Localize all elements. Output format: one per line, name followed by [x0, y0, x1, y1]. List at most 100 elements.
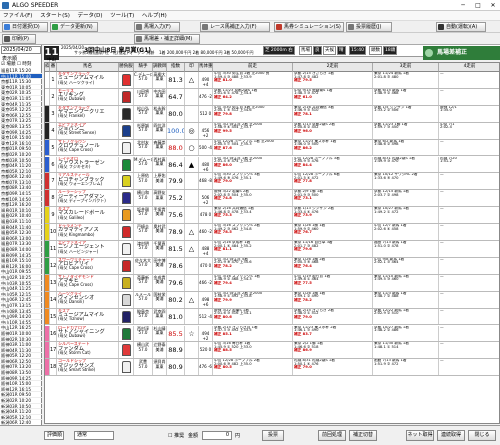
vote-button[interactable]: 投票	[262, 430, 284, 441]
race-3-cell[interactable]: 京都 1/5 シンザン 1着 1:33.2 ② 506	[373, 105, 439, 122]
race-2-cell[interactable]: 東京 11/23 東スポ杯 2着 1:46.1 ⑤ 490 補正 83.7	[293, 325, 373, 342]
correction-toggle-button[interactable]: 補正切替	[349, 430, 377, 441]
prediction-mark[interactable]	[185, 88, 199, 105]
race-2-cell[interactable]: 京都 2/15 きさらぎ 1着 1:47.8 ② 482 補正 79.5	[293, 72, 373, 88]
minimize-button[interactable]: ─	[456, 1, 470, 10]
last-race-cell[interactable]: 東京 2/16 共同通信 1着 1:46.8 ② 478 上33.4 補正 75.3	[213, 207, 293, 224]
menu-start[interactable]: スタート(S)	[37, 11, 73, 21]
table-row[interactable]: 4 エピファネイア ジョバンニ (母父 Street Sense) 杉原誠 57.0 四位洋…	[45, 122, 499, 140]
col-mark[interactable]: 印	[185, 63, 199, 72]
prediction-mark[interactable]: △	[185, 72, 199, 88]
race-4-cell[interactable]: —	[439, 326, 499, 342]
last-race-cell[interactable]: 中山 3/30 スプリングS 3着 1:49.6 ⑧ 476 上35.1 補正 79…	[213, 173, 293, 190]
race-4-cell[interactable]: —	[439, 190, 499, 206]
col-horse-name[interactable]: 馬名	[57, 63, 119, 72]
race-3-cell[interactable]: 京都 12/22 新馬 1着 2:02.9 ② 510	[373, 308, 439, 325]
race-4-cell[interactable]: —	[439, 292, 499, 308]
last-race-cell[interactable]: 中山 3/16 スプリングS 2着 1:49.2 ③ 462 上34.8 補正 78…	[213, 224, 293, 240]
race-3-cell[interactable]: 中山 12/7 新馬 1着 2:02.6 ④ 458	[373, 224, 439, 240]
print-button[interactable]: 印刷(P)	[2, 34, 36, 44]
race-3-cell[interactable]: 東京 11/3 新馬 1着 1:48.7 ② 488	[373, 291, 439, 308]
last-race-cell[interactable]: 中山 3/2 弥生賞 5着 2:01.9 ⑧ 470 上35.6 補正 78.2	[213, 257, 293, 274]
last-race-cell[interactable]: 中山 3/16 スプリングS 1着 1:48.9 ② 468 上34.3 補正 79…	[213, 274, 293, 291]
race-2-cell[interactable]: 東京 2/16 共同通信 3着 1:46.9 ⑤ 510 補正 78.1	[293, 105, 373, 122]
last-race-cell[interactable]: 京都 2/15 きさらぎ賞 1着 1:47.3 ③ 492 上33.5 補正 85.…	[213, 325, 293, 342]
horse-name-cell[interactable]: ゴールドシップ マジックサンズ (母父 Smart Strike)	[57, 359, 119, 376]
race-2-cell[interactable]: 東京 2/2 1勝 1着 1:46.6 ② 518 補正 86.9	[293, 342, 373, 359]
table-row[interactable]: 7 リアルスティール ピコチャンブラック (母父 ウォーエンブレム) 上原佑 57.0 上原…	[45, 173, 499, 191]
race-3-cell[interactable]: 東京 11/10 新馬 1着 1:49.5 ③ 460	[373, 274, 439, 291]
prediction-mark[interactable]	[185, 342, 199, 359]
recommend-checkbox[interactable]: ☐ 推奨	[168, 432, 184, 439]
horse-name-cell[interactable]: キタサンブラック ミュージアムマイル (母父 ハーツクライ)	[57, 72, 119, 88]
race-2-cell[interactable]: 東京 1/26 1勝 1着 1:59.9 ② 460 補正 76.7	[293, 224, 373, 240]
prediction-mark[interactable]: ☆	[185, 325, 199, 342]
race-2-cell[interactable]: 札幌 8/31 札幌2歳S 1着 1:50.1 ④ 476 補正 79.0	[293, 359, 373, 376]
race-3-cell[interactable]: 京都 10/27 新馬 1着 1:48.2 ② 486	[373, 325, 439, 342]
prediction-mark[interactable]	[185, 173, 199, 190]
race-4-cell[interactable]: —	[439, 72, 499, 88]
last-race-cell[interactable]: 中山 3/30 弥生賞 4着 芝2000 2:00.1 ⑥ 512 上34.6 補正…	[213, 105, 293, 122]
horse-name-cell[interactable]: キタサンブラック ヤマニンブークリエ (母父 Frankel)	[57, 105, 119, 122]
horse-name-cell[interactable]: エピファネイア ニシノエージェント (母父 ハービンジャー)	[57, 241, 119, 257]
race-3-cell[interactable]: 京都 6/15 新馬 1着 1:48.9 ② 468	[373, 88, 439, 105]
col-race-4[interactable]: 4走前	[439, 63, 499, 72]
race-3-cell[interactable]: 札幌 8/31 札幌2歳S 1着 1:49.9 ③ 470	[373, 156, 439, 173]
last-race-cell[interactable]: 中山 3/2 弥生賞 1着 芝2000 2:01.4 ⑥ 474 上33.2 補正 …	[213, 156, 293, 173]
order-by-time-checkbox[interactable]: ☐ 時刻	[17, 62, 31, 67]
track-detail-button[interactable]: 馬場差・補正詳細(M)	[134, 34, 200, 44]
table-row[interactable]: 16 ロードカナロア サトノシャイニング (母父 Dubawi) 西村淳 57.0 杉山晴栗…	[45, 325, 499, 343]
prediction-mark[interactable]: ○	[185, 139, 199, 156]
horse-name-cell[interactable]: サトノクラウン クロワデュノール (母父 Cape Cross)	[57, 139, 119, 156]
race-2-cell[interactable]: 東京 11/23 東スポ杯 1着 1:46.0 ③ 500 補正 86.2	[293, 139, 373, 156]
table-row[interactable]: 17 シルバーステート ファンダム (母父 Storm Cat) 横山武 57.0 辻野泰美…	[45, 342, 499, 360]
race-3-cell[interactable]: 中山 9/8 新馬 1着 2:02.1 ⑤ 464	[373, 257, 439, 274]
prediction-mark[interactable]: ▲	[185, 156, 199, 173]
net-fetch-button[interactable]: ネット取得	[406, 430, 434, 441]
col-index[interactable]: 指数	[167, 63, 185, 72]
table-row[interactable]: 6 レイデオロ ファウストラーゼン (母父 フジキセキ) M.デムーロ 57.0 西村真 栗東…	[45, 156, 499, 174]
menu-help[interactable]: ヘルプ(H)	[139, 11, 170, 21]
last-race-cell[interactable]: 中山 3/30 弥生賞 2着 芝2000 良 1:59.4 ③ 488 上33.9…	[213, 72, 293, 88]
table-row[interactable]: 14 ハーツクライ ヴィンセンシオ (母父 Dansili) ルメール 57.0 国枝栄 美浦…	[45, 291, 499, 309]
horse-name-cell[interactable]: スワーヴリチャード アロヒアリイ (母父 Cape Cross)	[57, 257, 119, 274]
sort-order-select[interactable]: 評価順	[44, 431, 64, 440]
race-3-cell[interactable]: 京都 12/15 新馬 1着 2:03.7 ② 498	[373, 190, 439, 207]
race-3-cell[interactable]: 福島 7/13 新馬 1着 1:51.0 ② 478	[373, 241, 439, 257]
race-3-cell[interactable]: 東京 10/27 新馬 1着 1:49.2 ① 472	[373, 207, 439, 224]
track-input-button[interactable]: 馬場入力(F)	[134, 22, 180, 32]
prediction-mark[interactable]	[185, 105, 199, 122]
menu-data[interactable]: データ(D)	[74, 11, 105, 21]
date-picker[interactable]: 2025/04/20	[1, 46, 41, 54]
race-4-cell[interactable]: 阪神 12/1 1:35.0	[439, 106, 499, 122]
race-4-cell[interactable]: —	[439, 275, 499, 291]
prediction-mark[interactable]	[185, 274, 199, 291]
race-4-cell[interactable]: —	[439, 241, 499, 257]
col-race-3[interactable]: 3走前	[373, 63, 439, 72]
prediction-mark[interactable]: △	[185, 291, 199, 308]
last-race-cell[interactable]: 中山 3/2 弥生賞 2着 芝2000 1:58.9 ① 492 上33.8 補正 …	[213, 291, 293, 308]
prediction-mark[interactable]	[185, 308, 199, 325]
race-4-cell[interactable]: —	[439, 258, 499, 274]
table-row[interactable]: 11 エピファネイア ニシノエージェント (母父 ハービンジャー) 津村明 57.0 千葉直…	[45, 241, 499, 258]
horse-name-cell[interactable]: ロードカナロア サトノシャイニング (母父 Dubawi)	[57, 325, 119, 342]
horse-name-cell[interactable]: モーリス エリキング (母父 Dubawi)	[57, 88, 119, 105]
horse-name-cell[interactable]: シルバーステート ファンダム (母父 Storm Cat)	[57, 342, 119, 359]
table-row[interactable]: 18 ゴールドシップ マジックサンズ (母父 Smart Strike) 武豊 57.0 須…	[45, 359, 499, 377]
col-number[interactable]: 番	[50, 63, 57, 72]
horse-name-cell[interactable]: ハーツクライ ヴィンセンシオ (母父 Dansili)	[57, 291, 119, 308]
col-silks[interactable]: 勝負服	[119, 63, 134, 72]
horse-name-cell[interactable]: エピファネイア ジョバンニ (母父 Street Sense)	[57, 122, 119, 139]
col-jockey[interactable]: 騎手	[134, 63, 153, 72]
col-last-race[interactable]: 前走	[213, 63, 293, 72]
race-4-cell[interactable]: —	[439, 207, 499, 223]
last-race-cell[interactable]: 阪神 3/22 若葉S 1着 2:01.6 ③ 516 上34.1 補正 80.6	[213, 308, 293, 325]
prediction-mark[interactable]: ◎	[185, 122, 199, 139]
horse-name-cell[interactable]: レイデオロ ファウストラーゼン (母父 フジキセキ)	[57, 156, 119, 173]
race-3-cell[interactable]: 函館 7/13 新馬 1着 1:51.9 ② 472	[373, 359, 439, 376]
race-2-cell[interactable]: 中山 1/19 若竹賞 1着 1:49.8 ① 464 補正 77.5	[293, 274, 373, 291]
last-race-cell[interactable]: 中山 2/16 京成杯 1着 2:00.1 ④ 484 上35.2 補正 81.1	[213, 241, 293, 257]
auto-run-button[interactable]: 自動(運転)(A)	[436, 22, 486, 32]
table-row[interactable]: 12 スワーヴリチャード アロヒアリイ (母父 Cape Cross) 佐々木大 57.0…	[45, 257, 499, 275]
race-4-cell[interactable]: —	[439, 342, 499, 358]
